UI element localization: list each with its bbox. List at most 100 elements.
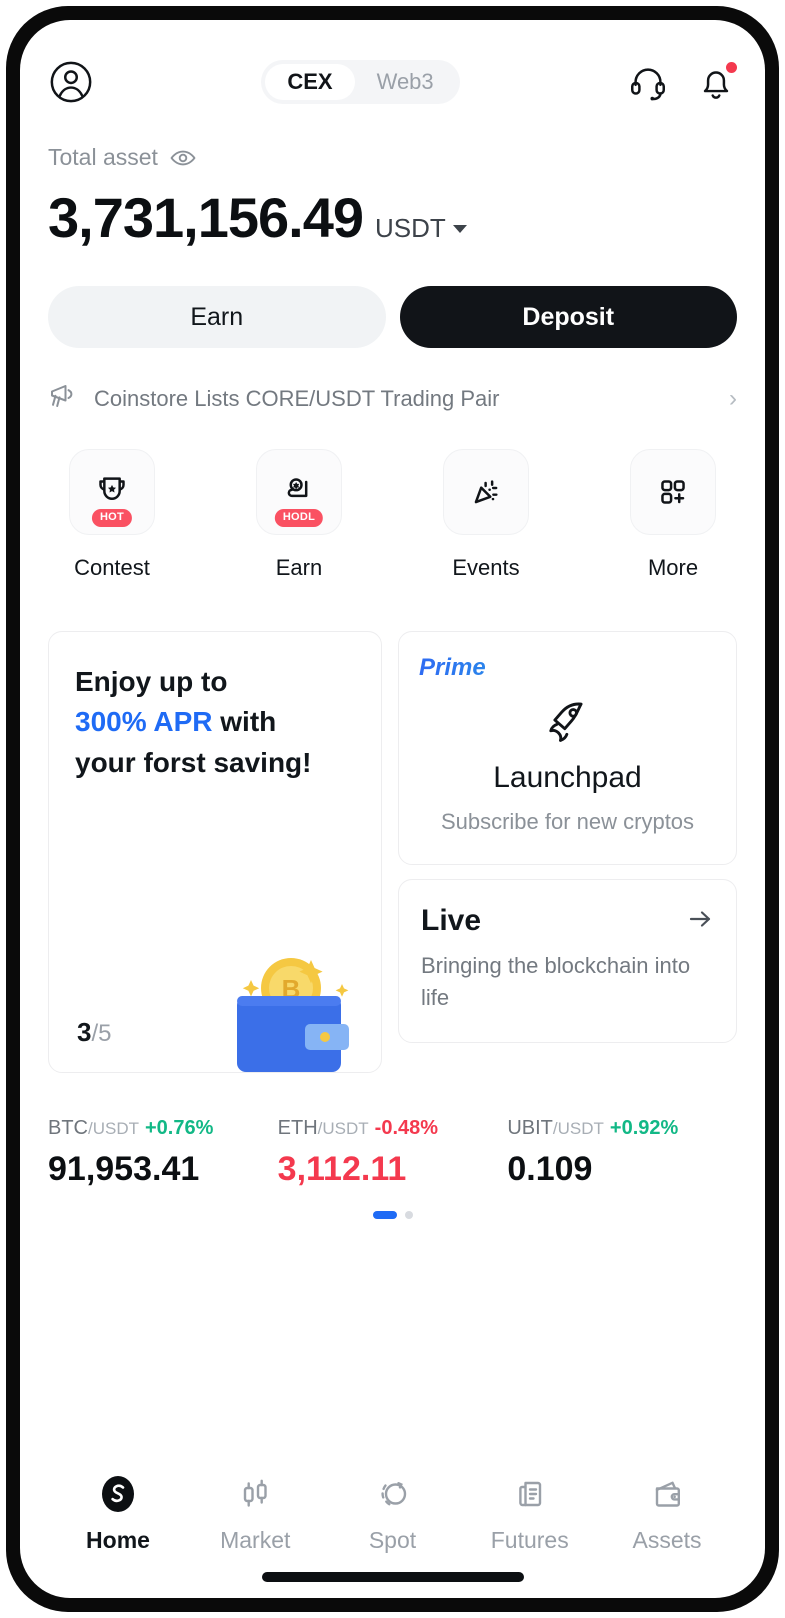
promo-counter-current: 3 xyxy=(77,1017,92,1047)
carousel-dot-active[interactable] xyxy=(372,1211,397,1219)
headset-icon[interactable] xyxy=(627,61,669,103)
nav-item-home[interactable]: Home xyxy=(54,1471,182,1554)
ticker-price: 3,112.11 xyxy=(277,1150,407,1188)
ticker-quote: /USDT xyxy=(317,1119,369,1138)
promo-accent: 300% APR xyxy=(75,706,213,738)
arrow-right-icon[interactable] xyxy=(686,905,714,938)
nav-item-assets[interactable]: Assets xyxy=(603,1471,731,1554)
currency-selector[interactable]: USDT xyxy=(375,213,467,244)
contest-tile[interactable]: HOT xyxy=(69,449,155,535)
rocket-icon xyxy=(419,692,716,755)
promo-pagination-counter: 3/5 xyxy=(77,1017,111,1048)
bell-icon[interactable] xyxy=(695,61,737,103)
promo-line2-tail: with xyxy=(212,706,277,738)
user-circle-icon[interactable] xyxy=(48,59,94,105)
quick-action-contest[interactable]: HOT Contest xyxy=(60,449,164,581)
swap-circles-icon xyxy=(371,1471,415,1517)
quick-action-more[interactable]: More xyxy=(621,449,725,581)
primary-actions: Earn Deposit xyxy=(20,250,765,348)
quick-action-label: Contest xyxy=(74,555,150,580)
promo-line3: your forst saving! xyxy=(75,746,312,778)
cex-web3-toggle[interactable]: CEX Web3 xyxy=(261,60,460,104)
bottom-navigation: Home Market Spot Futures Assets xyxy=(20,1471,765,1554)
ticker-pair: ETH/USDT -0.48% xyxy=(278,1117,508,1140)
nav-item-futures[interactable]: Futures xyxy=(466,1471,594,1554)
promo-line1: Enjoy up to xyxy=(75,666,228,697)
nav-label: Assets xyxy=(632,1527,702,1553)
carousel-indicator xyxy=(20,1211,765,1219)
ticker-change: -0.48% xyxy=(374,1117,439,1139)
launchpad-title: Launchpad xyxy=(493,761,642,794)
home-indicator xyxy=(261,1572,524,1582)
ticker-quote: /USDT xyxy=(552,1119,604,1138)
ticker-change: +0.76% xyxy=(145,1117,214,1139)
ticker-eth[interactable]: ETH/USDT -0.48% 3,112.11 xyxy=(278,1117,508,1189)
contest-badge: HOT xyxy=(91,509,133,527)
nav-label: Home xyxy=(86,1527,150,1553)
more-tile[interactable] xyxy=(630,449,716,535)
ticker-pair: UBIT/USDT +0.92% xyxy=(507,1117,737,1140)
side-cards-column: Prime Launchpad Subscribe for new crypto… xyxy=(398,631,737,1073)
document-chart-icon xyxy=(508,1471,552,1517)
nav-label: Market xyxy=(220,1527,291,1553)
nav-item-market[interactable]: Market xyxy=(191,1471,319,1554)
total-asset-amount: 3,731,156.49 xyxy=(48,186,364,249)
ticker-base: BTC xyxy=(48,1117,88,1139)
live-subtitle: Bringing the blockchain into life xyxy=(421,953,691,1010)
announcement-banner[interactable]: Coinstore Lists CORE/USDT Trading Pair › xyxy=(20,348,765,415)
nav-item-spot[interactable]: Spot xyxy=(329,1471,457,1554)
ticker-base: ETH xyxy=(277,1117,318,1139)
earn-tile[interactable]: HODL xyxy=(256,449,342,535)
quick-action-events[interactable]: Events xyxy=(434,449,538,581)
launchpad-subtitle: Subscribe for new cryptos xyxy=(440,809,695,834)
total-asset-label-row: Total asset xyxy=(48,144,737,171)
header-actions xyxy=(627,61,737,103)
live-title: Live xyxy=(421,904,482,937)
ticker-price: 0.109 xyxy=(507,1150,593,1188)
quick-actions-row: HOT Contest HODL Earn Events More xyxy=(20,415,765,581)
app-screen: CEX Web3 Total asset 3,731,156.49 USDT E… xyxy=(20,20,765,1598)
tab-cex[interactable]: CEX xyxy=(265,64,355,100)
announcement-text: Coinstore Lists CORE/USDT Trading Pair xyxy=(94,385,500,411)
earn-badge: HODL xyxy=(274,509,324,527)
phone-frame: CEX Web3 Total asset 3,731,156.49 USDT E… xyxy=(6,6,779,1612)
eye-icon[interactable] xyxy=(170,149,196,167)
market-ticker-row: BTC/USDT +0.76% 91,953.41 ETH/USDT -0.48% … xyxy=(20,1073,765,1189)
ticker-btc[interactable]: BTC/USDT +0.76% 91,953.41 xyxy=(48,1117,278,1189)
notification-badge xyxy=(725,62,737,73)
prime-tag: Prime xyxy=(419,654,716,682)
tab-web3[interactable]: Web3 xyxy=(355,64,456,100)
ticker-change: +0.92% xyxy=(609,1117,679,1139)
total-asset-block: Total asset 3,731,156.49 USDT xyxy=(20,110,765,250)
ticker-ubit[interactable]: UBIT/USDT +0.92% 0.109 xyxy=(507,1117,737,1189)
quick-action-label: Events xyxy=(452,555,520,580)
quick-action-label: Earn xyxy=(275,555,323,580)
carousel-dot[interactable] xyxy=(404,1211,413,1219)
promo-cards-area: Enjoy up to 300% APR with your forst sav… xyxy=(20,581,765,1073)
ticker-base: UBIT xyxy=(507,1117,553,1139)
nav-label: Spot xyxy=(368,1527,417,1553)
currency-label: USDT xyxy=(374,213,446,243)
promo-headline: Enjoy up to 300% APR with your forst sav… xyxy=(75,662,355,783)
quick-action-earn[interactable]: HODL Earn xyxy=(247,449,351,581)
ticker-price: 91,953.41 xyxy=(48,1150,200,1188)
chevron-down-icon xyxy=(452,224,467,233)
promo-column: Enjoy up to 300% APR with your forst sav… xyxy=(48,631,382,1073)
chevron-right-icon[interactable]: › xyxy=(729,385,737,413)
deposit-button[interactable]: Deposit xyxy=(399,286,737,348)
ticker-quote: /USDT xyxy=(88,1119,139,1138)
promo-counter-total: /5 xyxy=(91,1020,112,1047)
earn-button[interactable]: Earn xyxy=(48,286,386,348)
megaphone-icon xyxy=(48,382,78,415)
candlestick-icon xyxy=(233,1471,277,1517)
coinstore-logo-icon xyxy=(96,1471,140,1517)
live-card[interactable]: Live Bringing the blockchain into life xyxy=(398,879,737,1043)
launchpad-card[interactable]: Prime Launchpad Subscribe for new crypto… xyxy=(398,631,737,865)
total-asset-amount-row: 3,731,156.49 USDT xyxy=(48,185,737,250)
wallet-icon xyxy=(645,1471,689,1517)
live-card-header: Live xyxy=(421,904,714,938)
total-asset-label: Total asset xyxy=(48,144,158,170)
app-header: CEX Web3 xyxy=(20,20,765,110)
savings-promo-card[interactable]: Enjoy up to 300% APR with your forst sav… xyxy=(48,631,382,1073)
events-tile[interactable] xyxy=(443,449,529,535)
